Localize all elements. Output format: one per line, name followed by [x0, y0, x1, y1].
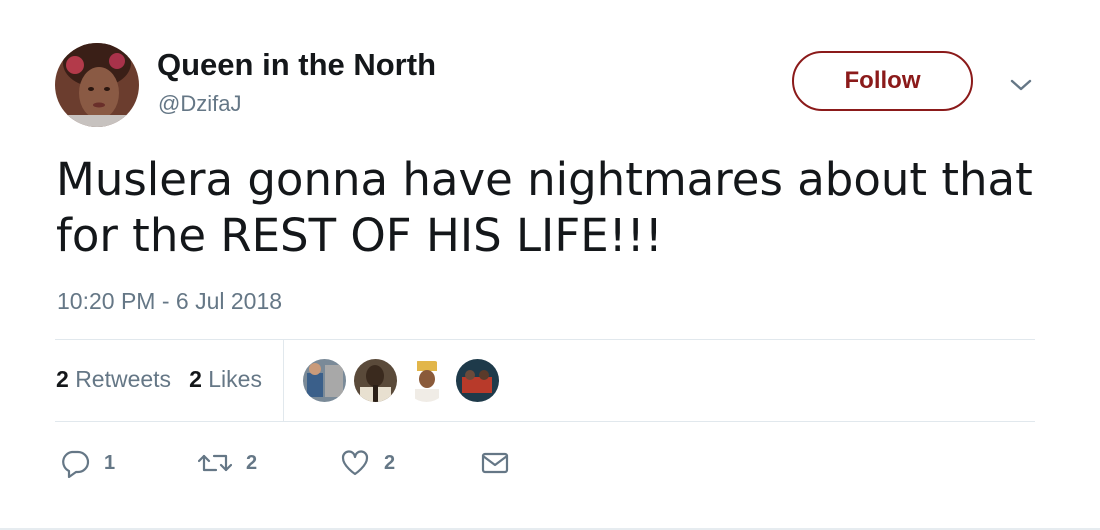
author-handle[interactable]: @DzifaJ	[158, 91, 241, 117]
retweet-action[interactable]: 2	[198, 448, 257, 478]
reply-count: 1	[104, 451, 116, 474]
likes-stat[interactable]: 2 Likes	[189, 366, 262, 393]
liker-avatar[interactable]	[303, 359, 346, 402]
likers-avatars	[303, 359, 499, 402]
tweet-text-line-2: for the REST OF HIS LIFE!!!	[56, 209, 663, 262]
like-count: 2	[384, 451, 396, 474]
retweets-stat[interactable]: 2 Retweets	[56, 366, 171, 393]
author-avatar[interactable]	[55, 43, 139, 127]
heart-icon	[340, 448, 370, 478]
divider-bottom	[55, 421, 1035, 422]
reply-icon	[60, 448, 90, 478]
retweets-label: Retweets	[75, 366, 172, 392]
follow-button[interactable]: Follow	[792, 51, 973, 111]
tweet-text: Muslera gonna have nightmares about that…	[56, 152, 1056, 264]
envelope-icon	[480, 448, 510, 478]
chevron-down-icon[interactable]	[1006, 70, 1036, 100]
liker-avatar[interactable]	[405, 359, 448, 402]
liker-avatar[interactable]	[354, 359, 397, 402]
reply-action[interactable]: 1	[60, 448, 115, 478]
divider-top	[55, 339, 1035, 340]
retweet-count: 2	[246, 451, 258, 474]
likes-label: Likes	[208, 366, 262, 392]
tweet-timestamp[interactable]: 10:20 PM - 6 Jul 2018	[57, 288, 282, 315]
like-action[interactable]: 2	[340, 448, 395, 478]
liker-avatar[interactable]	[456, 359, 499, 402]
tweet-text-line-1: Muslera gonna have nightmares about that	[56, 153, 1033, 206]
direct-message-action[interactable]	[480, 448, 510, 478]
stats-divider	[283, 340, 284, 421]
retweet-icon	[198, 448, 232, 478]
likes-count: 2	[189, 366, 202, 392]
author-display-name[interactable]: Queen in the North	[157, 47, 436, 83]
retweets-count: 2	[56, 366, 69, 392]
engagement-stats: 2 Retweets 2 Likes	[56, 366, 262, 393]
